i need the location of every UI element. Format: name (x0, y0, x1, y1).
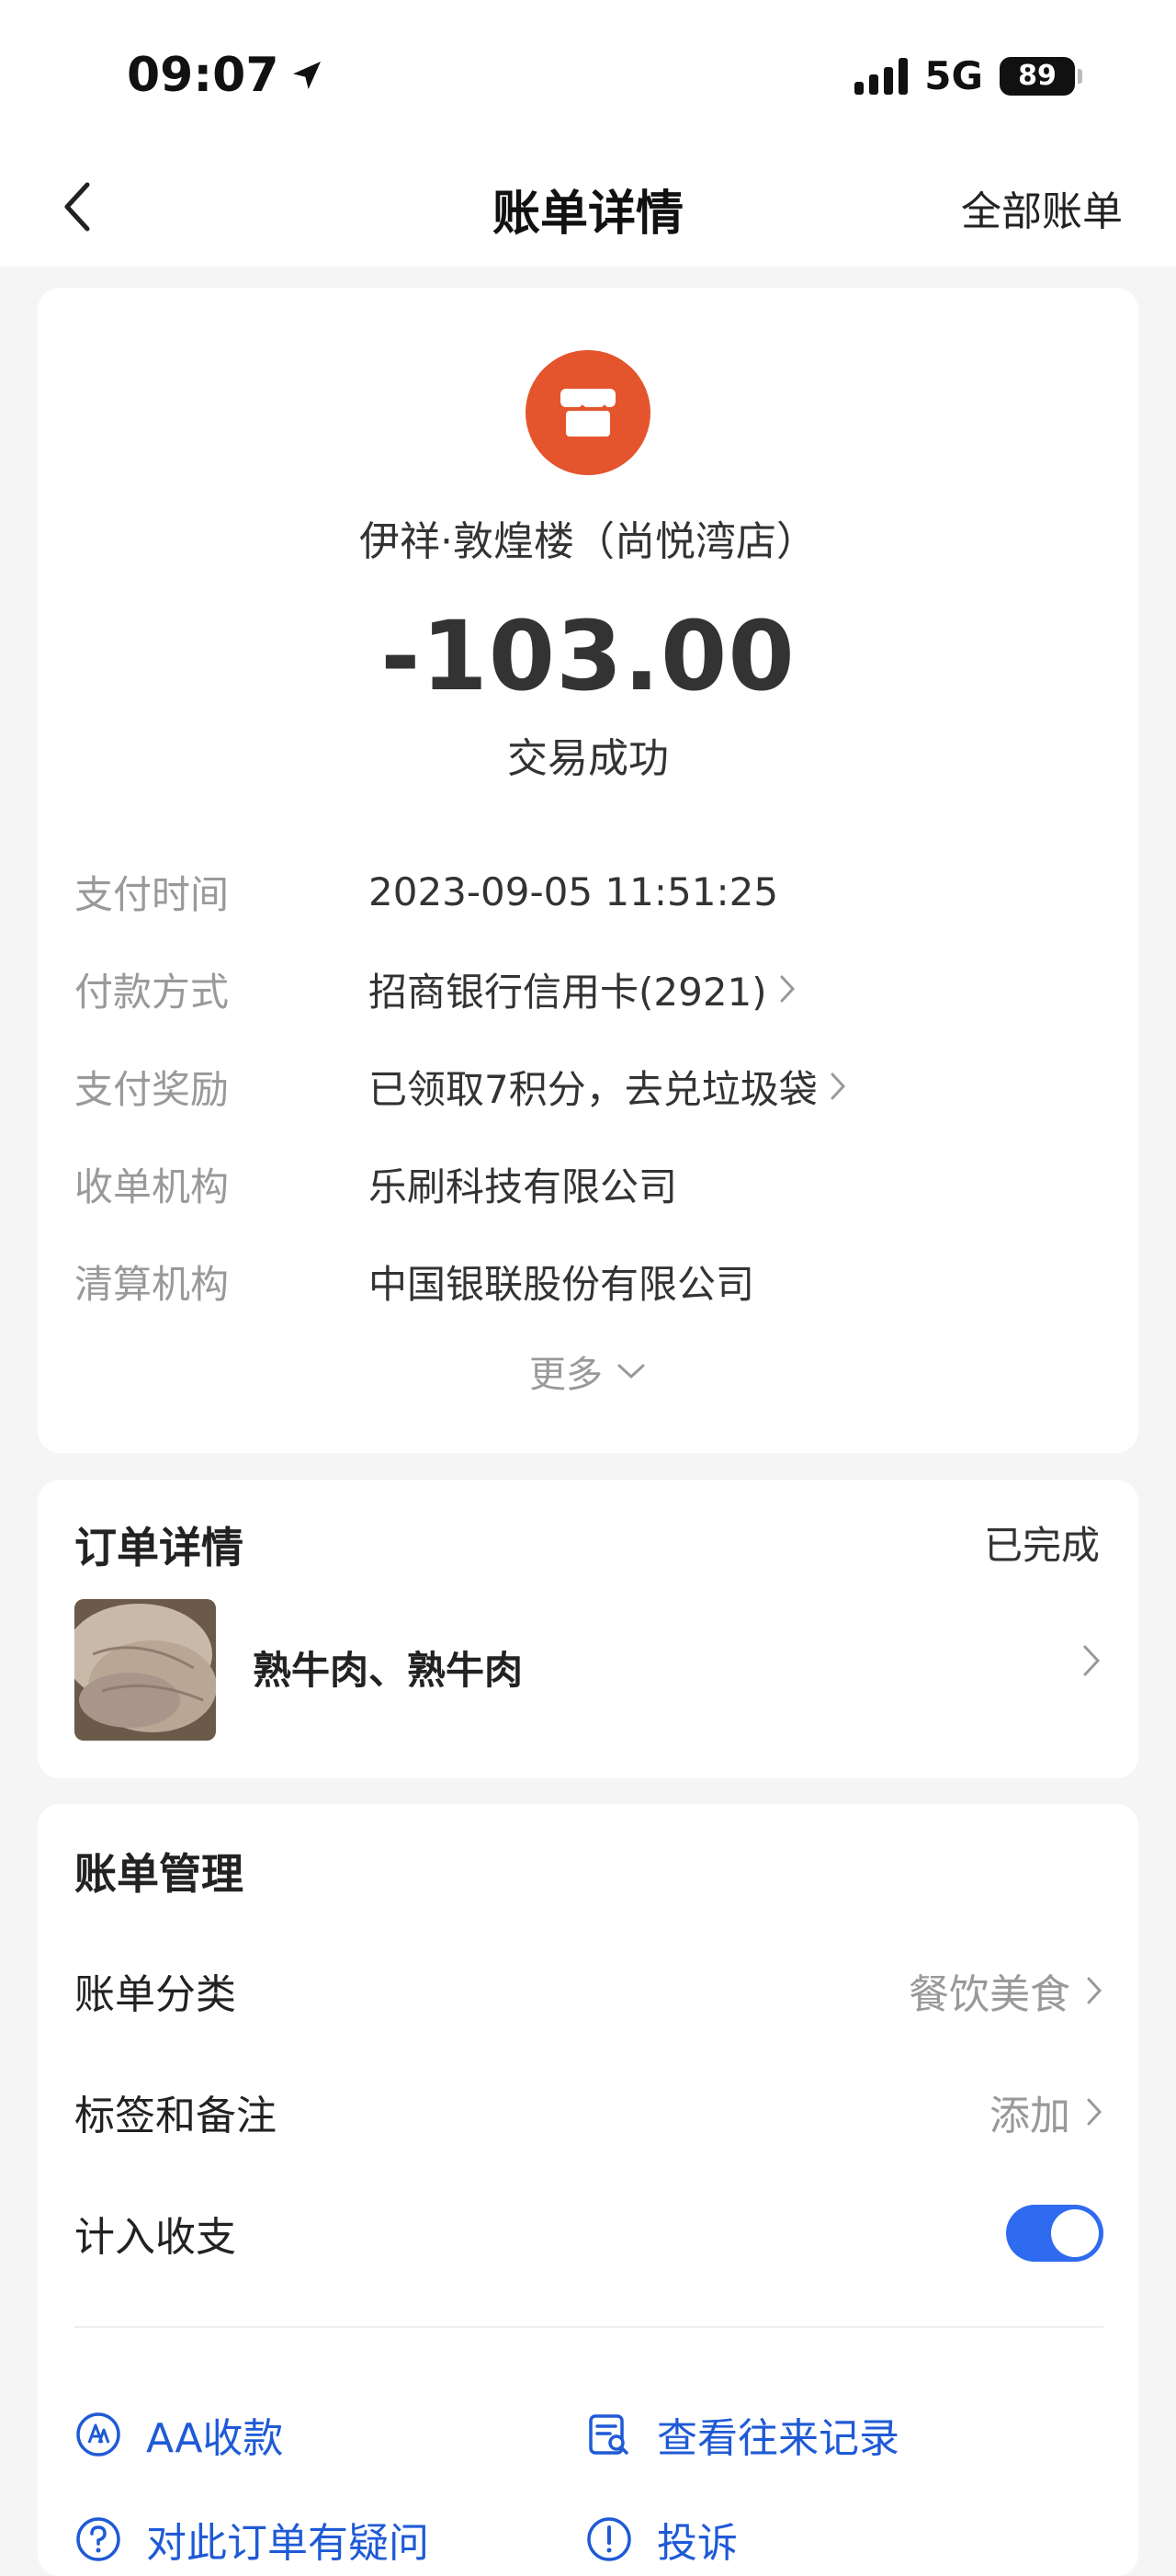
more-label: 更多 (529, 1354, 603, 1396)
signal-icon (854, 57, 909, 95)
exclamation-icon (585, 2515, 633, 2563)
include-in-stats-row: 计入收支 (74, 2201, 1103, 2265)
battery-icon: 89 (1000, 56, 1082, 96)
records-icon (585, 2411, 633, 2458)
chevron-right-icon (778, 973, 797, 1004)
detail-value[interactable]: 已领取7积分，去兑垃圾袋 (368, 1059, 847, 1115)
status-bar: 09:07 5G 89 (0, 0, 1176, 147)
view-history-label: 查看往来记录 (657, 2415, 899, 2462)
detail-row-acquirer: 收单机构 乐刷科技有限公司 (74, 1156, 1103, 1211)
clock-text: 09:07 (127, 48, 279, 103)
bill-category-text: 餐饮美食 (909, 1971, 1070, 2018)
complaint-button[interactable]: 投诉 (585, 2510, 738, 2569)
detail-label: 清算机构 (74, 1261, 230, 1307)
toggle-knob (1051, 2209, 1099, 2257)
detail-row-pay-method[interactable]: 付款方式 招商银行信用卡(2921) (74, 961, 1103, 1016)
more-toggle[interactable]: 更多 (38, 1345, 1138, 1398)
detail-label: 支付奖励 (74, 1066, 230, 1112)
order-card[interactable]: 订单详情 已完成 熟牛肉、熟牛肉 (38, 1480, 1138, 1778)
complaint-label: 投诉 (657, 2520, 738, 2567)
bill-management-card: 账单管理 账单分类 餐饮美食 标签和备注 添加 计入收支 AA收款 查看往来记录… (38, 1804, 1138, 2576)
all-bills-link[interactable]: 全部账单 (961, 178, 1123, 237)
chevron-down-icon (617, 1364, 645, 1379)
include-in-stats-label: 计入收支 (74, 2214, 236, 2261)
aa-collect-button[interactable]: AA收款 (74, 2405, 283, 2464)
shop-icon (559, 389, 617, 437)
view-history-button[interactable]: 查看往来记录 (585, 2405, 899, 2464)
aa-collect-label: AA收款 (146, 2415, 284, 2462)
transaction-card: 伊祥·敦煌楼（尚悦湾店） -103.00 交易成功 支付时间 2023-09-0… (38, 288, 1138, 1453)
status-indicators: 5G 89 (854, 53, 1082, 98)
detail-value[interactable]: 招商银行信用卡(2921) (368, 961, 797, 1017)
clearing-text: 中国银联股份有限公司 (368, 1261, 755, 1307)
tags-notes-label: 标签和备注 (74, 2093, 277, 2139)
food-image (74, 1599, 216, 1741)
order-items: 熟牛肉、熟牛肉 (253, 1648, 524, 1693)
tags-notes-row[interactable]: 标签和备注 添加 (74, 2080, 1103, 2144)
network-type: 5G (924, 53, 983, 98)
order-status: 已完成 (983, 1523, 1100, 1568)
bill-category-value[interactable]: 餐饮美食 (909, 1961, 1103, 2020)
detail-value: 乐刷科技有限公司 (368, 1156, 677, 1212)
divider (74, 2326, 1103, 2328)
transaction-amount: -103.00 (380, 600, 796, 712)
detail-row-reward[interactable]: 支付奖励 已领取7积分，去兑垃圾袋 (74, 1059, 1103, 1114)
merchant-logo (526, 350, 650, 475)
detail-label: 支付时间 (74, 871, 230, 917)
aa-icon (74, 2411, 122, 2458)
chevron-right-icon (1087, 2098, 1102, 2126)
order-thumbnail (74, 1599, 216, 1741)
reward-text: 已领取7积分，去兑垃圾袋 (368, 1066, 818, 1112)
merchant-name: 伊祥·敦煌楼（尚悦湾店） (359, 518, 817, 565)
transaction-status: 交易成功 (507, 735, 669, 782)
chevron-right-icon (1081, 1643, 1102, 1682)
tags-notes-value[interactable]: 添加 (989, 2082, 1103, 2141)
bill-category-label: 账单分类 (74, 1971, 236, 2018)
bill-category-row[interactable]: 账单分类 餐饮美食 (74, 1958, 1103, 2023)
order-question-label: 对此订单有疑问 (146, 2520, 429, 2567)
detail-row-clearing: 清算机构 中国银联股份有限公司 (74, 1254, 1103, 1309)
status-time: 09:07 (127, 48, 325, 103)
tags-add-text: 添加 (989, 2093, 1070, 2139)
chevron-right-icon (829, 1071, 847, 1102)
detail-value: 中国银联股份有限公司 (368, 1254, 754, 1310)
pay-method-text: 招商银行信用卡(2921) (368, 969, 767, 1015)
pay-time-text: 2023-09-05 11:51:25 (368, 868, 779, 914)
detail-label: 收单机构 (74, 1163, 230, 1209)
chevron-right-icon (1087, 1977, 1102, 2004)
location-arrow-icon (292, 62, 321, 89)
detail-label: 付款方式 (74, 969, 230, 1015)
detail-row-pay-time: 支付时间 2023-09-05 11:51:25 (74, 864, 1103, 919)
question-icon (74, 2515, 122, 2563)
battery-level: 89 (1018, 60, 1057, 92)
acquirer-text: 乐刷科技有限公司 (368, 1163, 678, 1209)
include-in-stats-toggle[interactable] (1006, 2205, 1103, 2262)
detail-value: 2023-09-05 11:51:25 (368, 869, 778, 914)
manage-section-title: 账单管理 (74, 1849, 243, 1899)
order-section-title: 订单详情 (74, 1523, 243, 1572)
order-question-button[interactable]: 对此订单有疑问 (74, 2510, 429, 2569)
nav-bar: 账单详情 全部账单 (0, 147, 1176, 267)
